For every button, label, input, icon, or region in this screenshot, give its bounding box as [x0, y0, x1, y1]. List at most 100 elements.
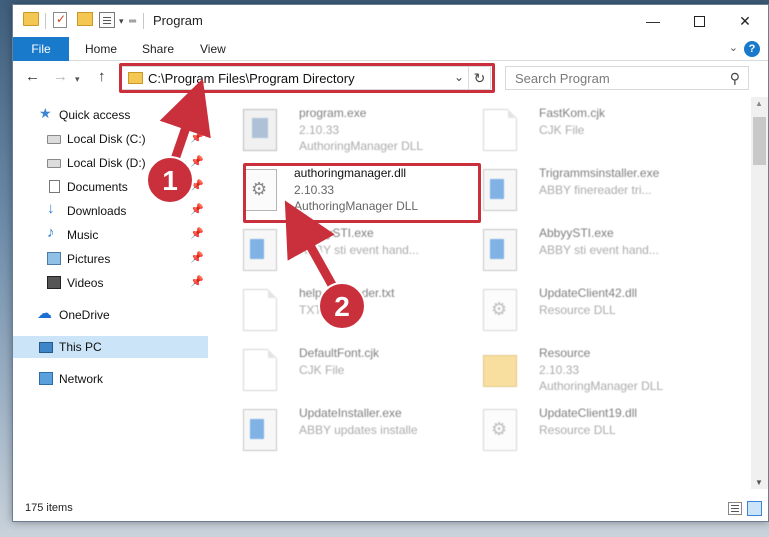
file-item[interactable]: Trigrammsinstaller.exe ABBY finereader t…	[471, 163, 711, 219]
drive-icon	[47, 159, 61, 168]
vertical-scrollbar[interactable]: ▲ ▼	[751, 97, 768, 489]
dll-gear-icon	[483, 409, 517, 451]
file-item[interactable]: FastKom.cjk CJK File	[471, 103, 711, 159]
new-folder-icon[interactable]	[77, 12, 93, 26]
application-icon	[483, 169, 517, 211]
toolbar-separator	[45, 13, 46, 29]
tab-file[interactable]: File	[13, 37, 69, 61]
file-item[interactable]: AbbyySTI.exe ABBY sti event hand...	[471, 223, 711, 279]
pin-icon[interactable]: 📌	[190, 203, 204, 216]
music-icon: ♪	[47, 224, 55, 241]
sidebar-item-label: Local Disk (C:)	[67, 132, 146, 146]
back-button[interactable]: ←	[25, 68, 40, 85]
network-icon	[39, 372, 53, 385]
help-icon[interactable]: ?	[744, 41, 760, 57]
expand-ribbon-icon[interactable]: ⌄	[729, 41, 738, 54]
file-item-authoringmanager[interactable]: authoringmanager.dll 2.10.33 AuthoringMa…	[231, 163, 471, 219]
tab-view[interactable]: View	[186, 37, 240, 61]
sidebar-item-quick-access[interactable]: ★ Quick access	[13, 104, 208, 126]
sidebar-item-downloads[interactable]: ↓ Downloads 📌	[13, 200, 208, 222]
file-icon	[483, 109, 517, 151]
sidebar-item-network[interactable]: Network	[13, 368, 208, 390]
properties-icon[interactable]	[99, 12, 115, 28]
address-path[interactable]: C:\Program Files\Program Directory	[148, 71, 355, 86]
file-type: Resource DLL	[539, 303, 616, 317]
file-description: AuthoringManager DLL	[299, 139, 424, 153]
chevron-down-icon[interactable]: ▾	[119, 12, 124, 30]
tab-share[interactable]: Share	[128, 37, 188, 61]
sidebar-item-this-pc[interactable]: This PC	[13, 336, 208, 358]
scroll-up-icon[interactable]: ▲	[755, 99, 763, 108]
sidebar-item-label: OneDrive	[59, 308, 110, 322]
tab-home[interactable]: Home	[71, 37, 131, 61]
file-name: program.exe	[299, 106, 367, 120]
file-description: AuthoringManager DLL	[539, 379, 664, 393]
sidebar-item-videos[interactable]: Videos 📌	[13, 272, 208, 294]
recent-locations-button[interactable]: ▾	[75, 74, 80, 85]
file-version: 2.10.33	[539, 363, 580, 377]
search-icon[interactable]: ⚲	[730, 70, 740, 87]
file-item[interactable]: Resource 2.10.33 AuthoringManager DLL	[471, 343, 711, 399]
star-icon: ★	[39, 105, 52, 121]
search-box[interactable]: Search Program ⚲	[505, 66, 749, 90]
file-item[interactable]: AbbyySTI.exe ABBY sti event hand...	[231, 223, 471, 279]
application-icon	[243, 409, 277, 451]
sidebar-item-label: Documents	[67, 180, 128, 194]
file-item[interactable]: UpdateClient42.dll Resource DLL	[471, 283, 711, 339]
file-item[interactable]: UpdateClient19.dll Resource DLL	[471, 403, 711, 459]
address-bar[interactable]: C:\Program Files\Program Directory ⌄ ↻	[121, 66, 491, 90]
step-badge-2: 2	[318, 282, 366, 330]
documents-icon	[49, 180, 60, 193]
dll-gear-icon	[483, 289, 517, 331]
file-item[interactable]: DefaultFont.cjk CJK File	[231, 343, 471, 399]
toolbar-separator	[143, 13, 144, 29]
file-name: FastKom.cjk	[539, 106, 606, 120]
up-button[interactable]: ↑	[98, 68, 106, 85]
status-bar: 175 items	[13, 497, 768, 521]
search-placeholder[interactable]: Search Program	[515, 71, 610, 86]
close-button[interactable]: ✕	[722, 5, 768, 37]
explorer-window: ▾ ═ Program — ✕ File Home Share View ⌄ ?…	[12, 4, 769, 522]
sidebar-item-pictures[interactable]: Pictures 📌	[13, 248, 208, 270]
folder-icon	[23, 12, 39, 26]
folder-icon	[128, 72, 143, 84]
program-icon	[243, 109, 277, 151]
pin-icon[interactable]: 📌	[190, 275, 204, 288]
pictures-icon	[47, 252, 61, 265]
details-view-icon[interactable]	[728, 502, 742, 515]
maximize-button[interactable]	[676, 5, 722, 37]
sidebar-item-local-disk-c[interactable]: Local Disk (C:) 📌	[13, 128, 208, 150]
cloud-icon: ☁	[37, 305, 52, 322]
sidebar-item-music[interactable]: ♪ Music 📌	[13, 224, 208, 246]
step-badge-1: 1	[146, 156, 194, 204]
file-type: CJK File	[539, 123, 585, 137]
properties-check-icon[interactable]	[53, 12, 67, 28]
pin-icon[interactable]: 📌	[190, 227, 204, 240]
file-name: AbbyySTI.exe	[539, 226, 614, 240]
drive-icon	[47, 135, 61, 144]
file-name: AbbyySTI.exe	[299, 226, 374, 240]
sidebar-item-onedrive[interactable]: ☁ OneDrive	[13, 304, 208, 326]
minimize-button[interactable]: —	[630, 5, 676, 37]
title-bar: ▾ ═ Program — ✕	[13, 5, 768, 37]
file-type: ABBY updates installe	[299, 423, 418, 437]
chevron-down-icon[interactable]: ⌄	[454, 70, 464, 84]
forward-button[interactable]: →	[53, 68, 68, 85]
refresh-button[interactable]: ↻	[468, 67, 490, 89]
navigation-bar: ← → ▾ ↑ C:\Program Files\Program Directo…	[13, 62, 768, 94]
file-item[interactable]: UpdateInstaller.exe ABBY updates install…	[231, 403, 471, 459]
scrollbar-thumb[interactable]	[753, 117, 766, 165]
file-item[interactable]: program.exe 2.10.33 AuthoringManager DLL	[231, 103, 471, 159]
pin-icon[interactable]: 📌	[190, 155, 204, 168]
tiles-view-icon[interactable]	[747, 501, 762, 516]
scroll-down-icon[interactable]: ▼	[755, 478, 763, 487]
videos-icon	[47, 276, 61, 289]
file-name: Trigrammsinstaller.exe	[539, 166, 660, 180]
dll-gear-icon	[243, 169, 277, 211]
pin-icon[interactable]: 📌	[190, 131, 204, 144]
file-name: UpdateInstaller.exe	[299, 406, 402, 420]
file-version: 2.10.33	[294, 183, 335, 197]
pin-icon[interactable]: 📌	[190, 251, 204, 264]
file-description: AuthoringManager DLL	[294, 199, 419, 213]
customize-quick-access-icon[interactable]: ═	[129, 12, 136, 30]
